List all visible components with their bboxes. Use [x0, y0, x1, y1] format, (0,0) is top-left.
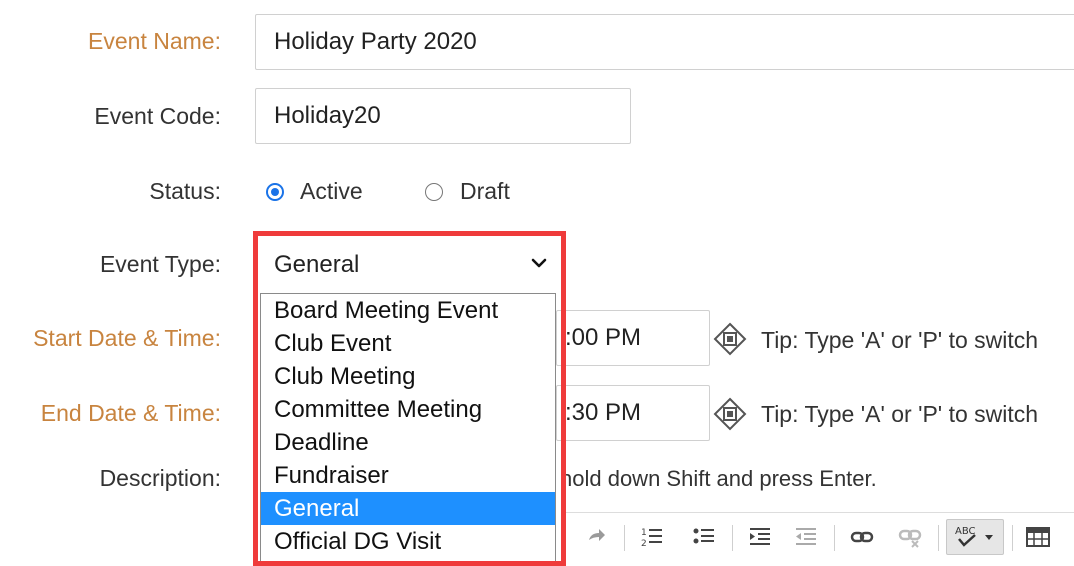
status-draft-label[interactable]: Draft: [460, 178, 510, 205]
event-type-selected-value: General: [274, 251, 360, 278]
event-type-select[interactable]: General: [264, 240, 556, 290]
event-code-label: Event Code:: [94, 103, 221, 129]
start-time-input[interactable]: :00 PM: [556, 310, 710, 366]
start-datetime-label: Start Date & Time:: [33, 325, 221, 351]
unlink-icon[interactable]: [896, 523, 924, 551]
start-time-value: :00 PM: [565, 324, 642, 351]
event-type-option[interactable]: Club Meeting: [261, 360, 555, 393]
event-code-value: Holiday20: [274, 102, 381, 129]
event-name-value: Holiday Party 2020: [274, 28, 477, 55]
move-arrows-icon: [713, 322, 747, 356]
svg-text:2: 2: [641, 539, 647, 549]
event-type-option[interactable]: Committee Meeting: [261, 393, 555, 426]
spellcheck-icon[interactable]: ABC: [946, 519, 1004, 555]
redo-icon[interactable]: [582, 523, 610, 551]
end-time-value: :30 PM: [565, 399, 642, 426]
event-type-option[interactable]: Board Meeting Event: [261, 294, 555, 327]
svg-text:ABC: ABC: [955, 526, 976, 537]
event-type-option[interactable]: Fundraiser: [261, 459, 555, 492]
table-icon[interactable]: [1024, 523, 1052, 551]
event-type-option[interactable]: Deadline: [261, 426, 555, 459]
numbered-list-icon[interactable]: 12: [638, 523, 666, 551]
event-name-label: Event Name:: [88, 28, 221, 54]
status-draft-radio[interactable]: [425, 183, 443, 201]
event-type-option[interactable]: Official DG Visit: [261, 525, 555, 558]
outdent-icon[interactable]: [792, 523, 820, 551]
indent-icon[interactable]: [746, 523, 774, 551]
event-name-input[interactable]: Holiday Party 2020: [255, 14, 1074, 70]
status-active-label[interactable]: Active: [300, 178, 363, 205]
event-type-option-selected[interactable]: General: [261, 492, 555, 525]
event-type-dropdown-list: Board Meeting Event Club Event Club Meet…: [260, 293, 556, 563]
description-hint: hold down Shift and press Enter.: [560, 466, 877, 491]
status-active-radio[interactable]: [266, 183, 284, 201]
event-type-label: Event Type:: [99, 251, 221, 277]
end-time-tip: Tip: Type 'A' or 'P' to switch: [761, 401, 1039, 427]
end-datetime-label: End Date & Time:: [40, 400, 221, 426]
bullet-list-icon[interactable]: [690, 523, 718, 551]
status-label: Status:: [149, 178, 221, 204]
event-type-option[interactable]: Club Event: [261, 327, 555, 360]
chevron-down-icon: [531, 258, 547, 268]
end-time-input[interactable]: :30 PM: [556, 385, 710, 441]
start-time-tip: Tip: Type 'A' or 'P' to switch: [761, 327, 1039, 353]
link-icon[interactable]: [848, 523, 876, 551]
event-code-input[interactable]: Holiday20: [255, 88, 631, 144]
description-label: Description:: [99, 465, 221, 491]
move-arrows-icon: [713, 397, 747, 431]
editor-toolbar: 12 ABC: [566, 512, 1074, 560]
svg-text:1: 1: [641, 528, 647, 538]
